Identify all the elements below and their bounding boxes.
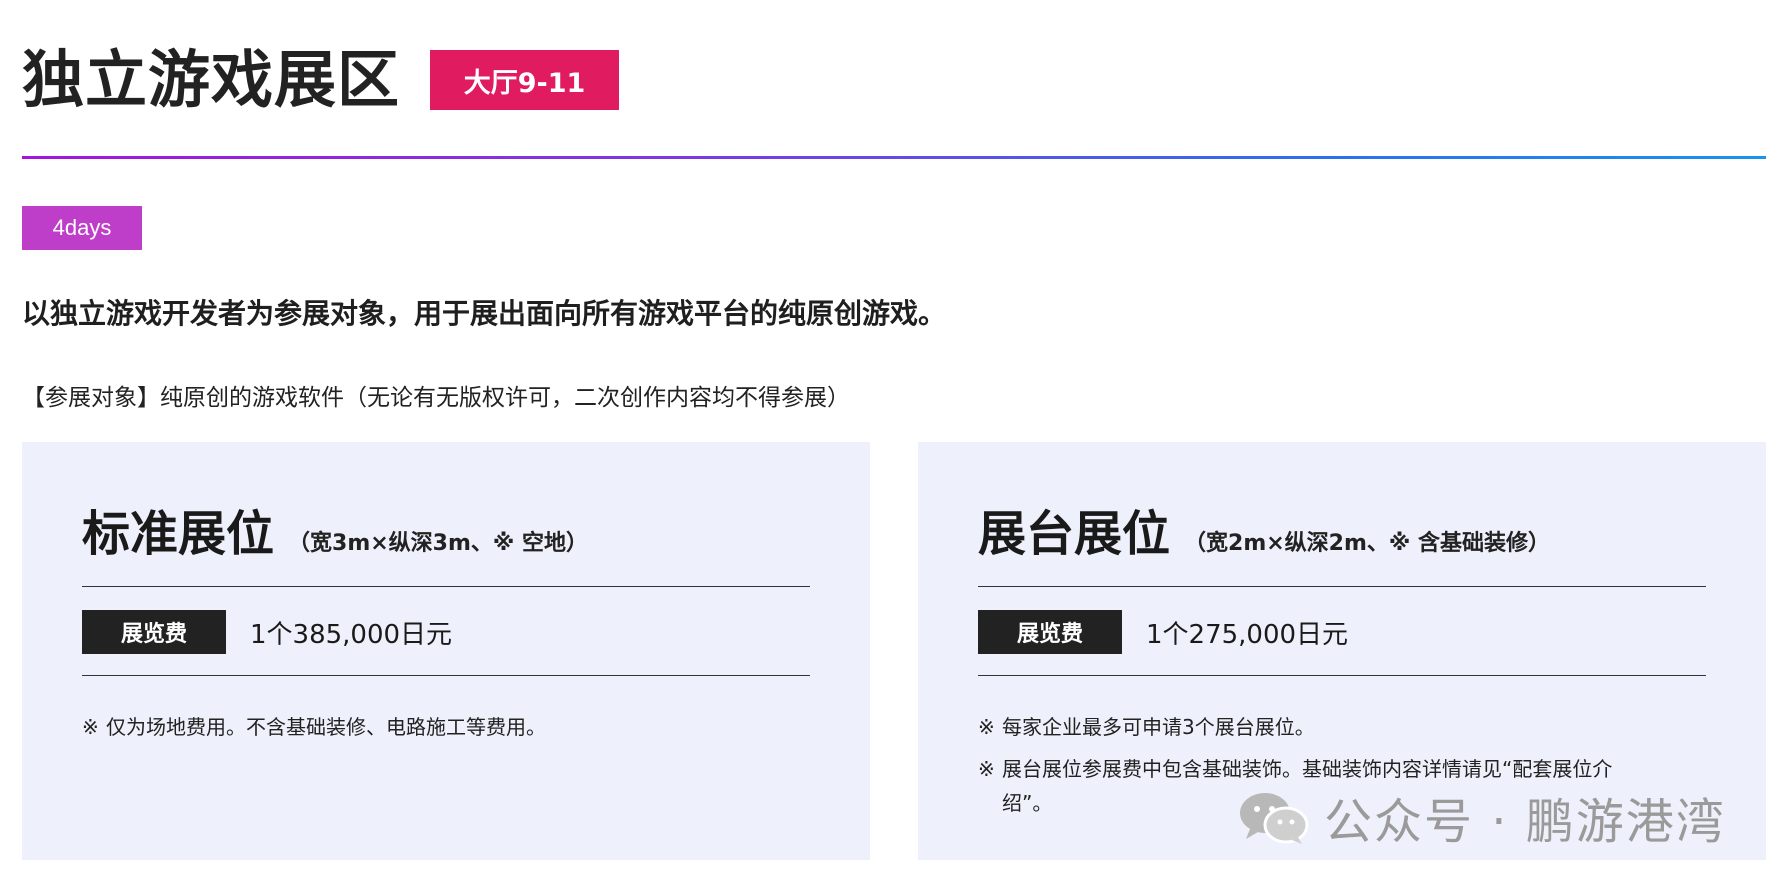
divider: [978, 675, 1706, 676]
notes: ※ 仅为场地费用。不含基础装修、电路施工等费用。: [82, 710, 810, 744]
divider: [82, 586, 810, 587]
card-title-row: 展台展位 （宽2m×纵深2m、※ 含基础装修）: [978, 494, 1706, 564]
card-title: 展台展位: [978, 506, 1171, 562]
note-text: 每家企业最多可申请3个展台展位。: [1002, 715, 1315, 739]
header: 独立游戏展区 大厅9-11: [22, 40, 620, 120]
card-subtitle: （宽3m×纵深3m、※ 空地）: [288, 531, 588, 556]
intro-text: 以独立游戏开发者为参展对象，用于展出面向所有游戏平台的纯原创游戏。: [22, 297, 947, 330]
divider: [82, 675, 810, 676]
wechat-icon: [1240, 793, 1309, 844]
target-text: 【参展对象】纯原创的游戏软件（无论有无版权许可，二次创作内容均不得参展）: [22, 385, 850, 411]
note-item: ※ 仅为场地费用。不含基础装修、电路施工等费用。: [82, 710, 810, 744]
days-tag: 4days: [22, 206, 142, 250]
card-subtitle: （宽2m×纵深2m、※ 含基础装修）: [1184, 531, 1550, 556]
note-text: 仅为场地费用。不含基础装修、电路施工等费用。: [106, 715, 546, 739]
fee-value: 1个385,000日元: [250, 619, 453, 650]
fee-row: 展览费 1个385,000日元: [82, 610, 810, 654]
divider: [978, 586, 1706, 587]
fee-label: 展览费: [978, 610, 1122, 654]
card-title: 标准展位: [82, 506, 275, 562]
fee-value: 1个275,000日元: [1146, 619, 1349, 650]
hall-badge: 大厅9-11: [430, 50, 620, 110]
gradient-divider: [22, 156, 1766, 159]
card-title-row: 标准展位 （宽3m×纵深3m、※ 空地）: [82, 494, 810, 564]
note-mark: ※: [82, 715, 99, 739]
fee-row: 展览费 1个275,000日元: [978, 610, 1706, 654]
note-mark: ※: [978, 715, 995, 739]
booth-card-standard: 标准展位 （宽3m×纵深3m、※ 空地） 展览费 1个385,000日元 ※ 仅…: [22, 442, 870, 860]
note-item: ※ 每家企业最多可申请3个展台展位。: [978, 710, 1658, 744]
note-mark: ※: [978, 757, 995, 781]
watermark: 公众号 · 鹏游港湾: [1238, 782, 1726, 852]
fee-label: 展览费: [82, 610, 226, 654]
page-title: 独立游戏展区: [22, 43, 401, 116]
watermark-text: 公众号 · 鹏游港湾: [1324, 794, 1726, 850]
